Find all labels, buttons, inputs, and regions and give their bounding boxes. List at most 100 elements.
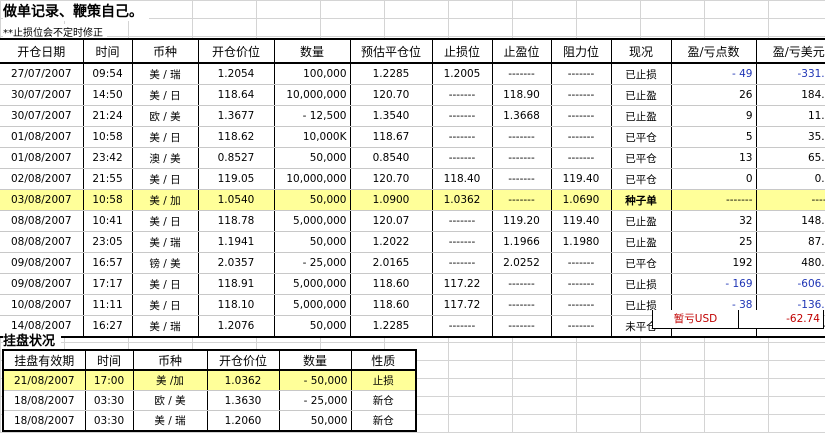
cell-take-profit: 119.20 bbox=[491, 210, 551, 232]
cell-open-price: 118.91 bbox=[197, 273, 274, 295]
cell-resistance: ------- bbox=[550, 294, 611, 316]
cell-pair: 美 / 瑞 bbox=[131, 231, 198, 253]
table-row: 08/08/2007 23:05 美 / 瑞 1.1941 50,000 1.2022 --… bbox=[0, 231, 825, 253]
pending-cell-time: 17:00 bbox=[84, 370, 133, 391]
cell-quantity: 100,000 bbox=[273, 63, 350, 85]
pending-header-row: 挂盘有效期 时间 币种 开仓价位 数量 性质 bbox=[3, 350, 416, 371]
cell-open-price: 118.78 bbox=[197, 210, 274, 232]
cell-pair: 美 / 日 bbox=[131, 168, 198, 190]
col-header-take-profit: 止盈位 bbox=[491, 39, 551, 64]
cell-target: 1.0900 bbox=[349, 189, 432, 211]
cell-date: 30/07/2007 bbox=[0, 84, 83, 106]
cell-status: 已平仓 bbox=[610, 252, 671, 274]
cell-status: 已平仓 bbox=[610, 168, 671, 190]
col-header-usd: 盈/亏美元 bbox=[755, 39, 825, 64]
table-row: 08/08/2007 10:41 美 / 日 118.78 5,000,000 120.0… bbox=[0, 210, 825, 232]
cell-date: 09/08/2007 bbox=[0, 273, 83, 295]
cell-target: 120.70 bbox=[349, 84, 432, 106]
cell-stop-loss: ------- bbox=[431, 315, 492, 338]
page-title: 做单记录、鞭策自己。 bbox=[3, 1, 149, 21]
cell-resistance: ------- bbox=[550, 84, 611, 106]
pending-col-header-time: 时间 bbox=[84, 350, 133, 371]
cell-time: 10:58 bbox=[82, 189, 132, 211]
pending-row: 18/08/2007 03:30 美 / 瑞 1.2060 50,000 新仓 bbox=[3, 410, 416, 432]
cell-status: 已平仓 bbox=[610, 147, 671, 169]
cell-pips: 9 bbox=[670, 105, 756, 127]
cell-take-profit: ------- bbox=[491, 126, 551, 148]
cell-target: 2.0165 bbox=[349, 252, 432, 274]
cell-pair: 澳 / 美 bbox=[131, 147, 198, 169]
cell-target: 118.67 bbox=[349, 126, 432, 148]
cell-resistance: 1.0690 bbox=[550, 189, 611, 211]
cell-quantity: 50,000 bbox=[273, 189, 350, 211]
cell-stop-loss: 117.22 bbox=[431, 273, 492, 295]
pending-col-header-type: 性质 bbox=[350, 350, 416, 371]
cell-quantity: 50,000 bbox=[273, 315, 350, 338]
cell-take-profit: ------- bbox=[491, 189, 551, 211]
pending-col-header-quantity: 数量 bbox=[278, 350, 351, 371]
cell-take-profit: ------- bbox=[491, 168, 551, 190]
cell-target: 1.2022 bbox=[349, 231, 432, 253]
col-header-time: 时间 bbox=[82, 39, 132, 64]
cell-time: 10:58 bbox=[82, 126, 132, 148]
cell-resistance: ------- bbox=[550, 147, 611, 169]
pending-cell-expiry: 18/08/2007 bbox=[3, 390, 85, 411]
cell-date: 10/08/2007 bbox=[0, 294, 83, 316]
cell-stop-loss: ------- bbox=[431, 147, 492, 169]
col-header-resistance: 阻力位 bbox=[550, 39, 611, 64]
header-row: 开仓日期 时间 币种 开仓价位 数量 预估平仓位 止损位 止盈位 阻力位 现况 盈/亏点数 盈/亏美元 bbox=[0, 39, 825, 64]
cell-quantity: 50,000 bbox=[273, 231, 350, 253]
trade-record-table: 开仓日期 时间 币种 开仓价位 数量 预估平仓位 止损位 止盈位 阻力位 现况 盈/亏点数 盈/亏美元… bbox=[0, 38, 825, 338]
cell-time: 16:27 bbox=[82, 315, 132, 338]
cell-time: 23:42 bbox=[82, 147, 132, 169]
cell-date: 30/07/2007 bbox=[0, 105, 83, 127]
cell-date: 01/08/2007 bbox=[0, 147, 83, 169]
trade-rows: 27/07/2007 09:54 美 / 瑞 1.2054 100,000 1.2285 1… bbox=[0, 63, 825, 338]
pending-col-header-open-price: 开仓价位 bbox=[206, 350, 279, 371]
cell-quantity: 5,000,000 bbox=[273, 294, 350, 316]
cell-open-price: 1.0540 bbox=[197, 189, 274, 211]
cell-target: 1.3540 bbox=[349, 105, 432, 127]
pending-cell-expiry: 18/08/2007 bbox=[3, 410, 85, 432]
cell-status: 已止损 bbox=[610, 63, 671, 85]
cell-stop-loss: 1.2005 bbox=[431, 63, 492, 85]
pending-title: 挂盘状况 bbox=[3, 330, 62, 349]
cell-time: 11:11 bbox=[82, 294, 132, 316]
cell-open-price: 1.2054 bbox=[197, 63, 274, 85]
cell-usd: 0.00 bbox=[755, 168, 825, 190]
cell-status: 已平仓 bbox=[610, 126, 671, 148]
cell-resistance: ------- bbox=[550, 63, 611, 85]
cell-stop-loss: ------- bbox=[431, 105, 492, 127]
cell-pips: 5 bbox=[670, 126, 756, 148]
cell-take-profit: 1.3668 bbox=[491, 105, 551, 127]
cell-pair: 欧 / 美 bbox=[131, 105, 198, 127]
cell-open-price: 118.64 bbox=[197, 84, 274, 106]
cell-take-profit: 2.0252 bbox=[491, 252, 551, 274]
cell-stop-loss: ------- bbox=[431, 231, 492, 253]
pending-cell-quantity: 50,000 bbox=[278, 410, 351, 432]
pending-cell-type: 新仓 bbox=[350, 390, 416, 411]
cell-open-price: 2.0357 bbox=[197, 252, 274, 274]
table-row: 09/08/2007 17:17 美 / 日 118.91 5,000,000 118.6… bbox=[0, 273, 825, 295]
cell-resistance: 1.1980 bbox=[550, 231, 611, 253]
cell-date: 08/08/2007 bbox=[0, 231, 83, 253]
cell-resistance: ------- bbox=[550, 273, 611, 295]
pending-cell-pair: 美 / 瑞 bbox=[132, 410, 207, 432]
cell-status: 已止盈 bbox=[610, 231, 671, 253]
cell-open-price: 0.8527 bbox=[197, 147, 274, 169]
cell-open-price: 1.1941 bbox=[197, 231, 274, 253]
cell-status: 已止盈 bbox=[610, 210, 671, 232]
pending-row: 18/08/2007 03:30 欧 / 美 1.3630- 25,000 新仓 bbox=[3, 390, 416, 411]
cell-stop-loss: ------- bbox=[431, 126, 492, 148]
cell-quantity: 10,000,000 bbox=[273, 84, 350, 106]
cell-status: 已止盈 bbox=[610, 105, 671, 127]
pending-col-header-expiry: 挂盘有效期 bbox=[3, 350, 85, 371]
pending-cell-time: 03:30 bbox=[84, 390, 133, 411]
col-header-date: 开仓日期 bbox=[0, 39, 83, 64]
table-row: 30/07/2007 21:24 欧 / 美 1.3677- 12,500 1.3540… bbox=[0, 105, 825, 127]
cell-usd: 65.00 bbox=[755, 147, 825, 169]
cell-date: 01/08/2007 bbox=[0, 126, 83, 148]
col-header-status: 现况 bbox=[610, 39, 671, 64]
cell-open-price: 118.10 bbox=[197, 294, 274, 316]
pending-cell-open-price: 1.2060 bbox=[206, 410, 279, 432]
